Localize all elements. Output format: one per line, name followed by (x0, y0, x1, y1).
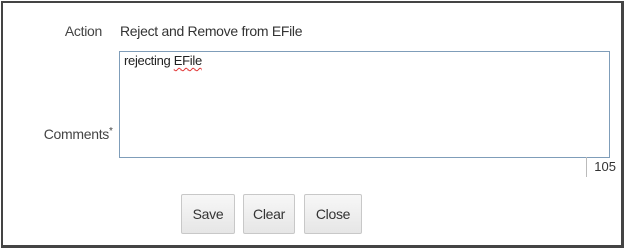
comments-text-prefix: rejecting (124, 53, 174, 68)
comments-label: Comments (43, 126, 110, 142)
action-value: Reject and Remove from EFile (120, 23, 303, 39)
character-counter: 105 (586, 157, 618, 177)
clear-button[interactable]: Clear (243, 194, 295, 234)
required-marker: * (109, 126, 113, 137)
comments-text: rejecting EFile (124, 53, 202, 68)
save-button[interactable]: Save (181, 194, 235, 234)
close-button[interactable]: Close (304, 194, 362, 234)
reject-dialog: Action Reject and Remove from EFile Comm… (1, 1, 624, 248)
comments-text-flagged-word: EFile (173, 53, 202, 68)
action-label: Action (64, 23, 102, 39)
comments-textarea[interactable]: rejecting EFile (119, 51, 610, 158)
